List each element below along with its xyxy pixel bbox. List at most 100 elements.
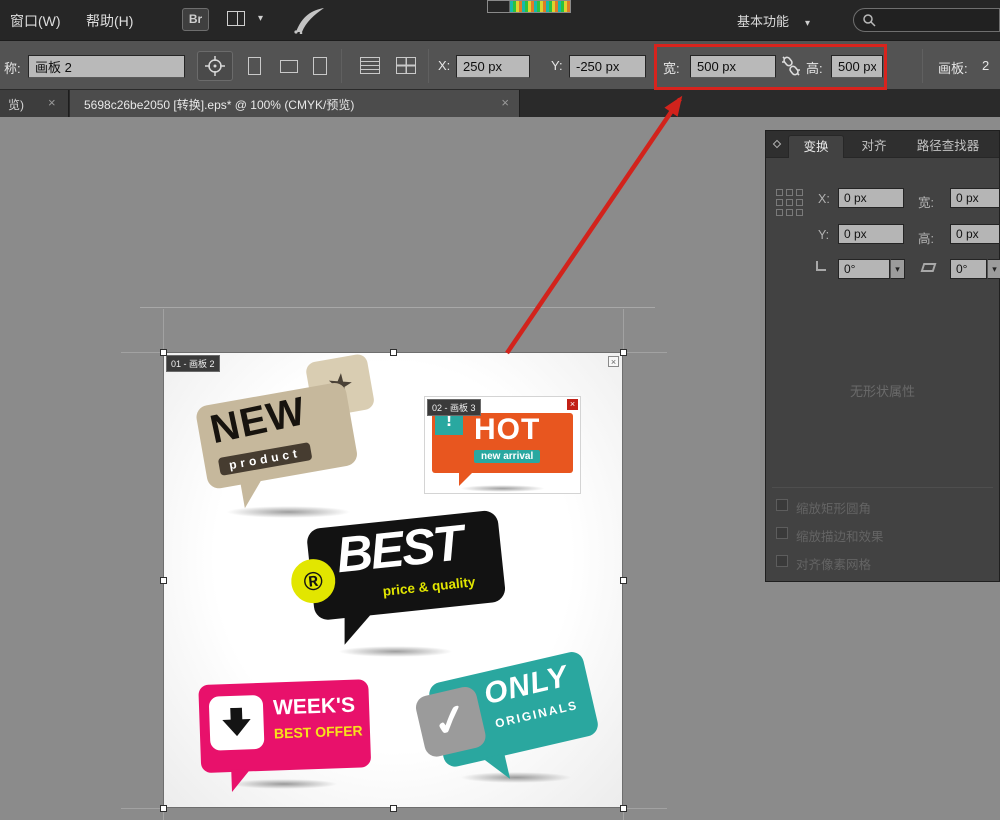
panel-width-label: 宽: — [918, 192, 934, 211]
artboard-page-icon[interactable] — [313, 57, 327, 75]
illustrator-window: 窗口(W) 帮助(H) Br ▾ 基本功能▾ 称: — [0, 0, 1000, 820]
panel-height-label: 高: — [918, 228, 934, 247]
panel-x-input[interactable] — [838, 188, 904, 208]
artboard-options-icon[interactable] — [360, 57, 380, 74]
sticker-best[interactable]: BEST price & quality ® — [281, 495, 521, 673]
artboard-count-label: 画板: — [938, 58, 968, 77]
transform-panel: 变换 对齐 路径查找器 X: 宽: Y: 高: ▾ ▾ 无形状属性 缩放矩形圆角… — [765, 130, 1000, 582]
selection-handle[interactable] — [160, 349, 167, 356]
artboard-count-value: 2 — [982, 58, 989, 73]
artboard-control-bar: 称: X: Y: 宽: 高: — [0, 40, 1000, 90]
close-icon[interactable]: × — [48, 95, 56, 110]
panel-cycle-icon[interactable] — [773, 140, 781, 148]
crop-mark — [627, 808, 667, 809]
document-tab-active[interactable]: 5698c26be2050 [转换].eps* @ 100% (CMYK/预览)… — [70, 90, 520, 117]
selection-handle[interactable] — [620, 349, 627, 356]
tab-transform[interactable]: 变换 — [788, 135, 844, 158]
chevron-down-icon: ▾ — [258, 13, 263, 24]
sticker-subtitle: BEST OFFER — [274, 722, 363, 741]
crop-mark — [623, 309, 624, 349]
speech-bubble: NEW product — [195, 381, 359, 490]
artboard-name-tag[interactable]: 01 - 画板 2 — [166, 355, 220, 372]
checkbox-label: 缩放矩形圆角 — [796, 498, 871, 517]
selection-handle[interactable] — [160, 577, 167, 584]
y-input[interactable] — [569, 55, 646, 78]
rotate-input[interactable] — [838, 259, 890, 279]
selection-handle[interactable] — [620, 577, 627, 584]
artboard-close-icon[interactable]: × — [567, 399, 578, 410]
reference-point-locator[interactable] — [776, 189, 803, 216]
artboard-close-icon[interactable]: × — [608, 356, 619, 367]
menu-window[interactable]: 窗口(W) — [10, 11, 61, 31]
speech-bubble: WEEK'S BEST OFFER — [198, 679, 371, 773]
separator — [922, 49, 923, 83]
bubble-tail — [240, 479, 266, 508]
tab-label: 5698c26be2050 [转换].eps* @ 100% (CMYK/预览) — [84, 96, 354, 113]
shear-input[interactable] — [950, 259, 987, 279]
search-box[interactable] — [853, 8, 1000, 32]
sticker-shadow — [460, 485, 545, 492]
tab-pathfinder[interactable]: 路径查找器 — [904, 135, 992, 158]
bubble-tail — [459, 473, 472, 486]
crop-mark — [627, 352, 667, 353]
checkbox-label: 缩放描边和效果 — [796, 526, 884, 545]
workspace-switcher[interactable]: 基本功能 ▾ — [737, 11, 810, 30]
landscape-orientation-icon[interactable] — [280, 60, 298, 73]
portrait-orientation-icon[interactable] — [248, 57, 261, 75]
artboard-presets-icon[interactable] — [396, 57, 416, 74]
arrow-badge — [209, 695, 265, 751]
menu-help[interactable]: 帮助(H) — [86, 11, 133, 31]
selection-handle[interactable] — [620, 805, 627, 812]
search-input[interactable] — [880, 11, 992, 29]
arrange-documents-button[interactable]: ▾ — [227, 10, 263, 28]
close-icon[interactable]: × — [501, 95, 509, 110]
height-input[interactable] — [831, 55, 883, 78]
link-dimensions-icon[interactable] — [781, 54, 801, 78]
panel-x-label: X: — [818, 192, 830, 206]
artboard-name-tag[interactable]: 02 - 画板 3 — [427, 399, 481, 416]
width-input[interactable] — [690, 55, 776, 78]
down-arrow-icon — [219, 707, 254, 738]
tab-align[interactable]: 对齐 — [852, 135, 896, 158]
artboard-name-input[interactable] — [28, 55, 185, 78]
separator — [341, 49, 342, 83]
artboard-3[interactable]: 02 - 画板 3 × ! HOT new arrival — [425, 397, 580, 493]
crop-mark — [121, 808, 161, 809]
panel-header: 变换 对齐 路径查找器 — [766, 131, 999, 158]
guide-line — [140, 307, 655, 308]
selection-handle[interactable] — [160, 805, 167, 812]
document-tab-bar: 览) × 5698c26be2050 [转换].eps* @ 100% (CMY… — [0, 90, 1000, 117]
align-pixel-grid-checkbox[interactable] — [776, 555, 788, 567]
chevron-down-icon[interactable]: ▾ — [890, 259, 905, 279]
workspace-label: 基本功能 — [737, 14, 789, 29]
selection-handle[interactable] — [390, 805, 397, 812]
bridge-button[interactable]: Br — [182, 8, 209, 31]
panel-height-input[interactable] — [950, 224, 1000, 244]
artboard-reference-button[interactable] — [197, 51, 233, 81]
no-shape-attributes-text: 无形状属性 — [766, 381, 999, 400]
crop-mark — [121, 352, 161, 353]
panel-y-label: Y: — [818, 228, 829, 242]
bubble-tail — [345, 615, 371, 645]
selection-handle[interactable] — [390, 349, 397, 356]
x-input[interactable] — [456, 55, 530, 78]
feather-icon — [292, 6, 326, 34]
tab-label: 览) — [8, 96, 24, 113]
separator — [428, 49, 429, 83]
chevron-down-icon[interactable]: ▾ — [987, 259, 1000, 279]
chevron-down-icon: ▾ — [805, 18, 810, 29]
y-label: Y: — [551, 58, 563, 73]
arrange-documents-icon — [227, 11, 245, 26]
x-label: X: — [438, 58, 450, 73]
sticker-hot[interactable]: ! HOT new arrival — [432, 413, 573, 473]
sticker-title: HOT — [474, 413, 540, 447]
sticker-weeks-offer[interactable]: WEEK'S BEST OFFER — [196, 673, 380, 794]
scale-corners-checkbox[interactable] — [776, 499, 788, 511]
panel-width-input[interactable] — [950, 188, 1000, 208]
panel-y-input[interactable] — [838, 224, 904, 244]
document-tab-partial[interactable]: 览) × — [0, 90, 69, 117]
scale-strokes-checkbox[interactable] — [776, 527, 788, 539]
sticker-subtitle: new arrival — [474, 450, 540, 463]
crop-mark — [163, 811, 164, 820]
separator — [772, 487, 993, 488]
